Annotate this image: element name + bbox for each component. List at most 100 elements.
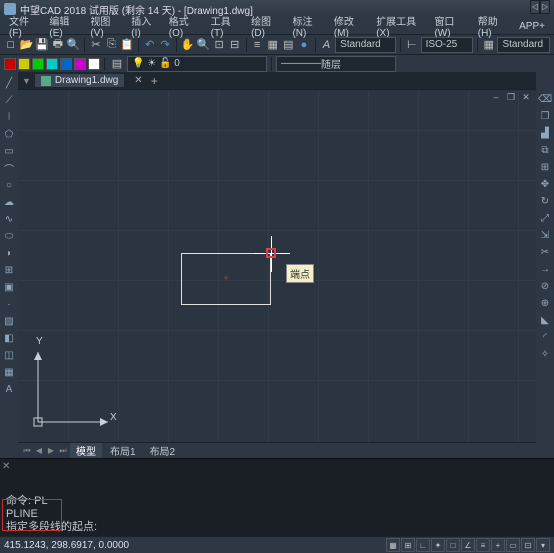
color-swatch-yellow[interactable]	[18, 58, 30, 70]
tab-nav-right-icon[interactable]: ▷	[540, 0, 550, 14]
textstyle-icon[interactable]: A	[320, 37, 334, 53]
paste-icon[interactable]: 📋	[120, 37, 134, 53]
polar-toggle[interactable]: ✦	[431, 538, 445, 552]
dimstyle-combo[interactable]: ISO-25	[421, 37, 473, 53]
zoom-icon[interactable]: 🔍	[197, 37, 211, 53]
scale-icon[interactable]: ⤢	[538, 211, 552, 225]
layout-next-icon[interactable]: ▶	[46, 446, 56, 455]
arc-icon[interactable]: ⌒	[2, 161, 16, 175]
more-toggle[interactable]: ▾	[536, 538, 550, 552]
stretch-icon[interactable]: ⇲	[538, 228, 552, 242]
chamfer-icon[interactable]: ◣	[538, 313, 552, 327]
color-swatch-blue[interactable]	[60, 58, 72, 70]
color-swatch-red[interactable]	[4, 58, 16, 70]
explode-icon[interactable]: ✧	[538, 347, 552, 361]
menu-window[interactable]: 窗口(W)	[429, 13, 470, 39]
save-icon[interactable]: 💾	[35, 37, 49, 53]
offset-icon[interactable]: ⧉	[538, 143, 552, 157]
dc-icon[interactable]: ▦	[266, 37, 280, 53]
polygon-icon[interactable]: ⬠	[2, 127, 16, 141]
print-icon[interactable]: 🖶	[51, 37, 65, 53]
menu-view[interactable]: 视图(V)	[85, 13, 124, 39]
ellipse-icon[interactable]: ⬭	[2, 229, 16, 243]
gradient-icon[interactable]: ◧	[2, 331, 16, 345]
menu-dim[interactable]: 标注(N)	[287, 13, 326, 39]
layout-tab-2[interactable]: 布局2	[144, 443, 182, 458]
command-area[interactable]: ✕ 命令: PL PLINE 指定多段线的起点:	[0, 458, 554, 536]
hatch-icon[interactable]: ▨	[2, 314, 16, 328]
dimstyle-icon[interactable]: ⊢	[405, 37, 419, 53]
zoomprev-icon[interactable]: ⊟	[228, 37, 242, 53]
mirror-icon[interactable]: ▟	[538, 126, 552, 140]
dyn-toggle[interactable]: +	[491, 538, 505, 552]
grid-toggle[interactable]: ⊞	[401, 538, 415, 552]
menu-tools[interactable]: 工具(T)	[206, 13, 244, 39]
trim-icon[interactable]: ✂	[538, 245, 552, 259]
color-swatch-magenta[interactable]	[74, 58, 86, 70]
menu-format[interactable]: 格式(O)	[164, 13, 204, 39]
tablestyle-icon[interactable]: ▦	[482, 37, 496, 53]
menu-edit[interactable]: 编辑(E)	[44, 13, 83, 39]
color-swatch-white[interactable]	[88, 58, 100, 70]
move-icon[interactable]: ✥	[538, 177, 552, 191]
erase-icon[interactable]: ⌫	[538, 92, 552, 106]
insert-icon[interactable]: ⊞	[2, 263, 16, 277]
cmd-close-icon[interactable]: ✕	[2, 461, 10, 472]
drawing-canvas[interactable]: – ❐ ✕ + 端点	[18, 90, 536, 442]
tab-new-icon[interactable]: +	[151, 74, 158, 88]
osnap-toggle[interactable]: □	[446, 538, 460, 552]
textstyle-combo[interactable]: Standard	[335, 37, 396, 53]
line-icon[interactable]: ╱	[2, 76, 16, 90]
snap-toggle[interactable]: ▦	[386, 538, 400, 552]
pline-icon[interactable]: ⦚	[2, 110, 16, 124]
menu-file[interactable]: 文件(F)	[4, 13, 42, 39]
circle-icon[interactable]: ○	[2, 178, 16, 192]
pan-icon[interactable]: ✋	[181, 37, 195, 53]
open-icon[interactable]: 📂	[20, 37, 34, 53]
region-icon[interactable]: ◫	[2, 348, 16, 362]
preview-icon[interactable]: 🔍	[67, 37, 81, 53]
model-toggle[interactable]: ▭	[506, 538, 520, 552]
tab-nav-left-icon[interactable]: ◁	[530, 0, 540, 14]
cycle-toggle[interactable]: ⊡	[521, 538, 535, 552]
redo-icon[interactable]: ↷	[158, 37, 172, 53]
layer-combo[interactable]: 💡 ☀ 🔓 0	[127, 56, 267, 72]
color-swatch-cyan[interactable]	[46, 58, 58, 70]
mtext-icon[interactable]: A	[2, 382, 16, 396]
layout-tab-1[interactable]: 布局1	[104, 443, 142, 458]
tp-icon[interactable]: ▤	[282, 37, 296, 53]
zoomwin-icon[interactable]: ⊡	[212, 37, 226, 53]
menu-help[interactable]: 帮助(H)	[473, 13, 512, 39]
layerprops-icon[interactable]: ▤	[109, 56, 125, 72]
fillet-icon[interactable]: ◜	[538, 330, 552, 344]
revcloud-icon[interactable]: ☁	[2, 195, 16, 209]
new-icon[interactable]: □	[4, 37, 18, 53]
point-icon[interactable]: ·	[2, 297, 16, 311]
layout-last-icon[interactable]: ⏭	[58, 446, 68, 456]
menu-app[interactable]: APP+	[514, 21, 550, 32]
tab-close-icon[interactable]: ✕	[134, 75, 142, 86]
spline-icon[interactable]: ∿	[2, 212, 16, 226]
lwt-toggle[interactable]: ≡	[476, 538, 490, 552]
render-icon[interactable]: ●	[297, 37, 311, 53]
otrack-toggle[interactable]: ∠	[461, 538, 475, 552]
command-prompt[interactable]: 指定多段线的起点:	[6, 518, 97, 534]
join-icon[interactable]: ⊕	[538, 296, 552, 310]
xline-icon[interactable]: ⟋	[2, 93, 16, 107]
copy-obj-icon[interactable]: ❐	[538, 109, 552, 123]
props-icon[interactable]: ≡	[250, 37, 264, 53]
copy-icon[interactable]: ⎘	[105, 37, 119, 53]
extend-icon[interactable]: →	[538, 262, 552, 276]
document-tab[interactable]: Drawing1.dwg	[35, 74, 124, 87]
table-icon[interactable]: ▦	[2, 365, 16, 379]
rectangle-icon[interactable]: ▭	[2, 144, 16, 158]
ortho-toggle[interactable]: ∟	[416, 538, 430, 552]
tab-dropdown-icon[interactable]: ▼	[22, 76, 31, 86]
rotate-icon[interactable]: ↻	[538, 194, 552, 208]
linetype-combo[interactable]: ———— 随层	[276, 56, 396, 72]
menu-draw[interactable]: 绘图(D)	[246, 13, 285, 39]
layout-tab-model[interactable]: 模型	[70, 443, 102, 458]
tablestyle-combo[interactable]: Standard	[497, 37, 549, 53]
array-icon[interactable]: ⊞	[538, 160, 552, 174]
block-icon[interactable]: ▣	[2, 280, 16, 294]
